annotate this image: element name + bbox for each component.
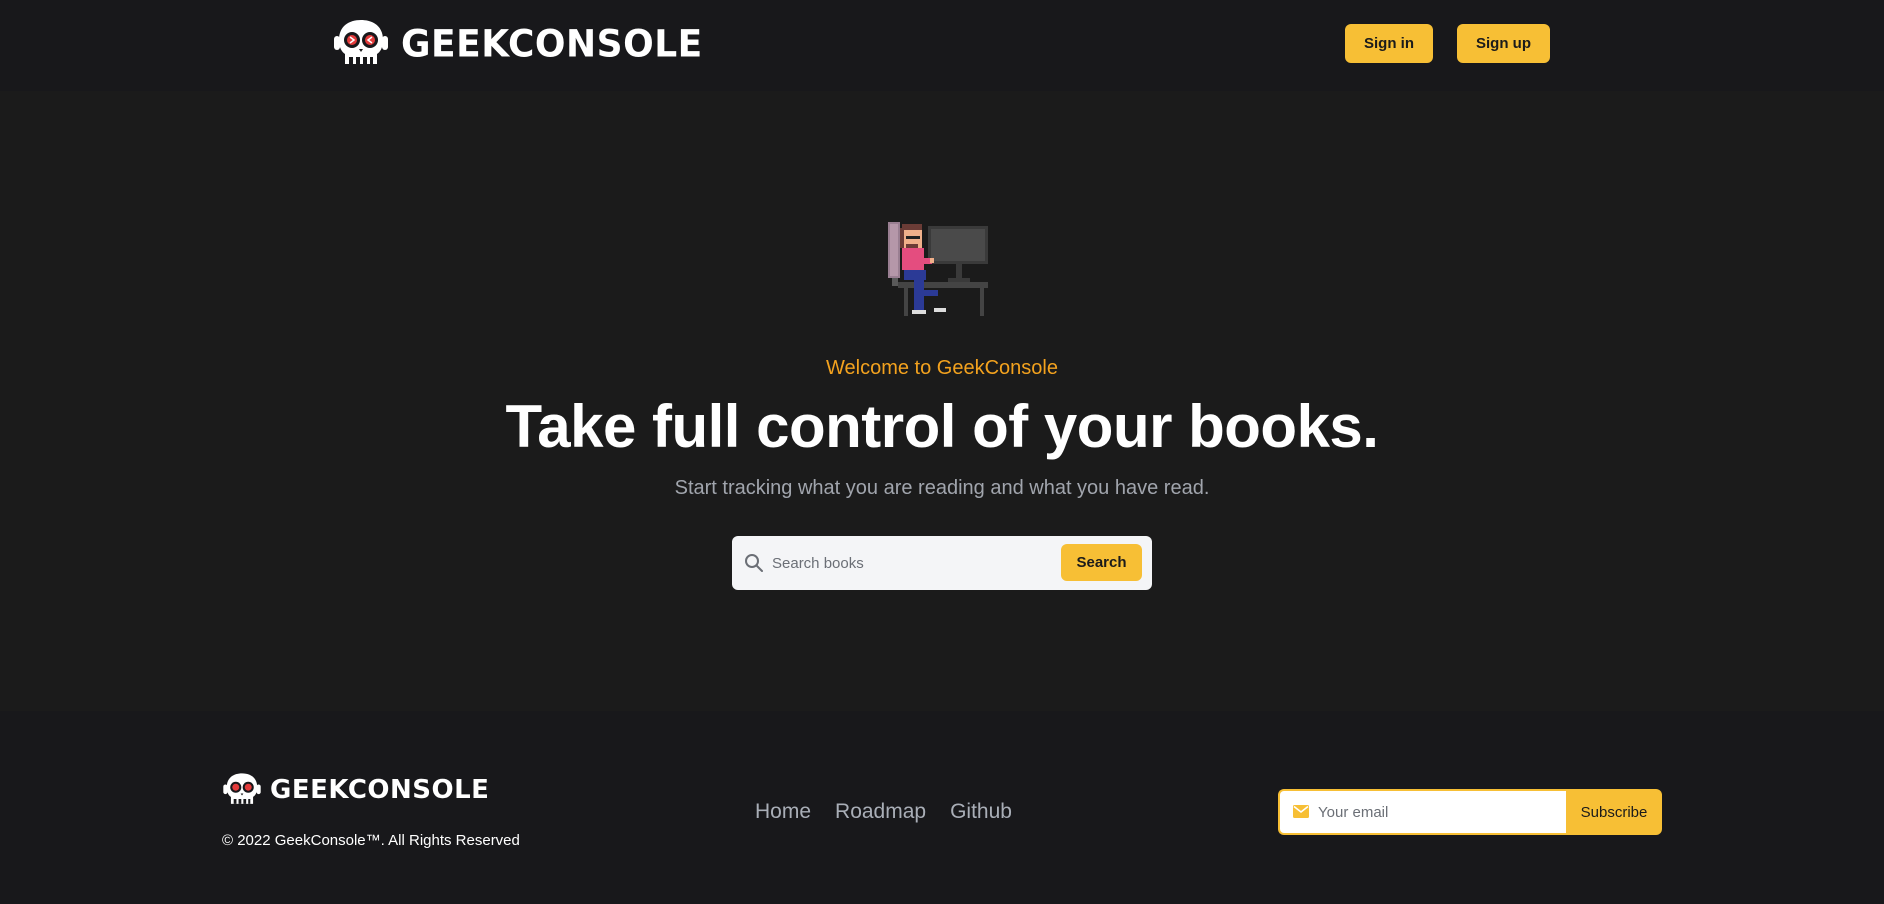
search-input[interactable] <box>772 548 1032 578</box>
brand-wordmark: GEEKCONSOLE <box>270 775 490 805</box>
footer-logo[interactable]: GEEKCONSOLE <box>222 772 489 808</box>
skull-logo-icon <box>334 20 388 64</box>
search-button[interactable]: Search <box>1061 544 1142 581</box>
subscribe-button[interactable]: Subscribe <box>1566 789 1662 835</box>
sign-up-button[interactable]: Sign up <box>1457 24 1550 63</box>
page-subtitle: Start tracking what you are reading and … <box>674 477 1210 499</box>
welcome-text: Welcome to GeekConsole <box>826 357 1058 379</box>
mail-icon <box>1293 805 1309 818</box>
footer-link-roadmap[interactable]: Roadmap <box>835 800 926 824</box>
sign-in-button[interactable]: Sign in <box>1345 24 1433 63</box>
footer-link-home[interactable]: Home <box>755 800 811 824</box>
email-field-wrapper <box>1278 789 1566 835</box>
email-field[interactable] <box>1318 799 1558 825</box>
page-title: Take full control of your books. <box>505 393 1379 460</box>
book-search-bar: Search <box>732 536 1152 590</box>
search-icon <box>745 554 763 572</box>
footer-link-github[interactable]: Github <box>950 800 1012 824</box>
copyright-text: © 2022 GeekConsole™. All Rights Reserved <box>222 832 520 849</box>
skull-logo-icon <box>223 773 261 804</box>
site-header: GEEKCONSOLE Sign in Sign up <box>0 0 1884 91</box>
brand-wordmark: GEEKCONSOLE <box>401 22 703 66</box>
footer-nav: Home Roadmap Github <box>755 800 1012 824</box>
hero-illustration <box>888 222 988 316</box>
newsletter-form: Subscribe <box>1278 789 1662 835</box>
header-logo[interactable]: GEEKCONSOLE <box>333 18 703 70</box>
